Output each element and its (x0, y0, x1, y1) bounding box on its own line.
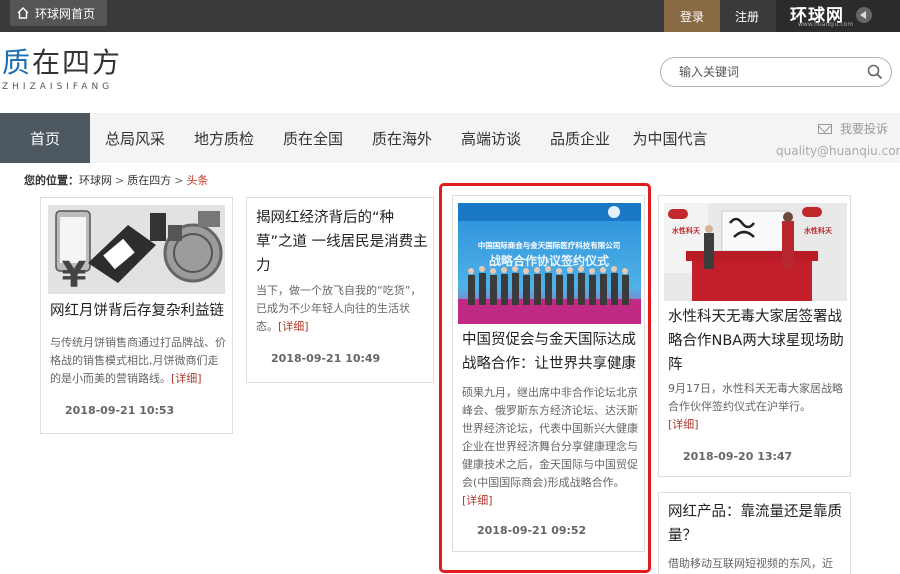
top-bar: 环球网首页 登录 注册 环球网 www.huanqiu.com (0, 0, 900, 32)
news-card-influencer[interactable]: 揭网红经济背后的“种草”之道 一线居民是消费主力 当下，做一个放飞自我的“吃货”… (246, 197, 434, 383)
login-button[interactable]: 登录 (664, 0, 720, 32)
news-image-mooncake[interactable]: ¥ (48, 205, 225, 294)
brand-subtitle: ZHIZAISIFANG (2, 82, 114, 92)
home-link-label: 环球网首页 (35, 6, 96, 21)
read-more-link[interactable]: [详细] (171, 372, 202, 385)
highlight-frame (439, 183, 651, 573)
news-description: 9月17日，水性科天无毒大家居战略合作伙伴签约仪式在沪举行。 [详细] (668, 380, 846, 434)
nav-item-home[interactable]: 首页 (0, 113, 90, 163)
home-link[interactable]: 环球网首页 (10, 0, 108, 26)
news-title[interactable]: 网红月饼背后存复杂利益链 (50, 299, 228, 323)
breadcrumb: 您的位置：环球网 > 质在四方 > 头条 (24, 172, 208, 188)
contact-email[interactable]: quality@huanqiu.com (776, 144, 900, 158)
news-title[interactable]: 揭网红经济背后的“种草”之道 一线居民是消费主力 (256, 206, 428, 278)
news-description: 与传统月饼销售商通过打品牌战、价格战的销售模式相比,月饼微商们走的是小而美的营销… (50, 334, 228, 388)
nav-item-interview[interactable]: 高端访谈 (455, 113, 527, 163)
search-icon[interactable] (867, 64, 883, 80)
mail-icon (818, 123, 832, 134)
brand-title-accent: 质 (2, 46, 33, 79)
nav-item-national[interactable]: 质在全国 (277, 113, 349, 163)
news-title[interactable]: 网红产品：靠流量还是靠质量？ (668, 500, 846, 548)
search-box (660, 57, 892, 87)
nav-item-china-spokesperson[interactable]: 为中国代言 (630, 113, 710, 163)
news-description-text: 9月17日，水性科天无毒大家居战略合作伙伴签约仪式在沪举行。 (668, 382, 843, 413)
news-date: 2018-09-20 13:47 (683, 450, 793, 463)
news-date: 2018-09-21 10:49 (271, 352, 381, 365)
section-brand[interactable]: 质在四方 ZHIZAISIFANG (2, 46, 122, 92)
breadcrumb-item-huanqiu[interactable]: 环球网 (79, 174, 112, 187)
huanqiu-logo[interactable]: 环球网 www.huanqiu.com (776, 0, 900, 32)
chevron-left-icon[interactable] (856, 7, 872, 23)
read-more-link[interactable]: [详细] (278, 320, 309, 333)
banner-text: 水性科天 (804, 226, 833, 235)
kotian-event-photo: 水性科天 水性科天 (664, 203, 847, 301)
huanqiu-logo-url: www.huanqiu.com (798, 21, 854, 28)
news-title[interactable]: 水性科天无毒大家居签署战略合作NBA两大球星现场助阵 (668, 305, 846, 377)
breadcrumb-separator: > (174, 174, 184, 187)
mooncake-illustration: ¥ (48, 205, 225, 294)
news-card-mooncake[interactable]: ¥ 网红月饼背后存复杂利益链 与传统月饼销售商通过打品牌战、价格战的销售模式相比… (40, 197, 233, 434)
news-card-kotian[interactable]: 水性科天 水性科天 水性科天无毒大家居签署战略合作NBA两大球星现场助阵 9月1… (658, 195, 851, 477)
complaint-link[interactable]: 我要投诉 (818, 120, 888, 137)
read-more-link[interactable]: [详细] (668, 418, 699, 431)
nav-item-bureau[interactable]: 总局风采 (99, 113, 171, 163)
brand-title: 质在四方 (2, 46, 122, 80)
search-input[interactable] (679, 62, 859, 82)
breadcrumb-label: 您的位置： (24, 174, 79, 187)
svg-text:¥: ¥ (61, 255, 86, 294)
news-card-influencer-product[interactable]: 网红产品：靠流量还是靠质量？ 借助移动互联网短视频的东风，近 (658, 492, 851, 574)
breadcrumb-separator: > (115, 174, 125, 187)
news-image-kotian[interactable]: 水性科天 水性科天 (664, 203, 847, 301)
news-description: 借助移动互联网短视频的东风，近 (668, 557, 833, 570)
main-nav: 首页 总局风采 地方质检 质在全国 质在海外 高端访谈 品质企业 为中国代言 (0, 113, 900, 163)
news-description: 当下，做一个放飞自我的“吃货”，已成为不少年轻人向往的生活状态。[详细] (256, 282, 428, 336)
complaint-label: 我要投诉 (840, 122, 889, 136)
breadcrumb-item-headline[interactable]: 头条 (186, 174, 208, 187)
brand-title-rest: 在四方 (32, 46, 123, 79)
breadcrumb-item-zhizaisifang[interactable]: 质在四方 (127, 174, 171, 187)
nav-item-quality-enterprise[interactable]: 品质企业 (544, 113, 616, 163)
home-icon (17, 7, 29, 19)
banner-text: 水性科天 (672, 226, 701, 235)
news-date: 2018-09-21 10:53 (65, 404, 175, 417)
register-button[interactable]: 注册 (725, 0, 769, 32)
nav-item-local[interactable]: 地方质检 (188, 113, 260, 163)
nav-item-overseas[interactable]: 质在海外 (366, 113, 438, 163)
